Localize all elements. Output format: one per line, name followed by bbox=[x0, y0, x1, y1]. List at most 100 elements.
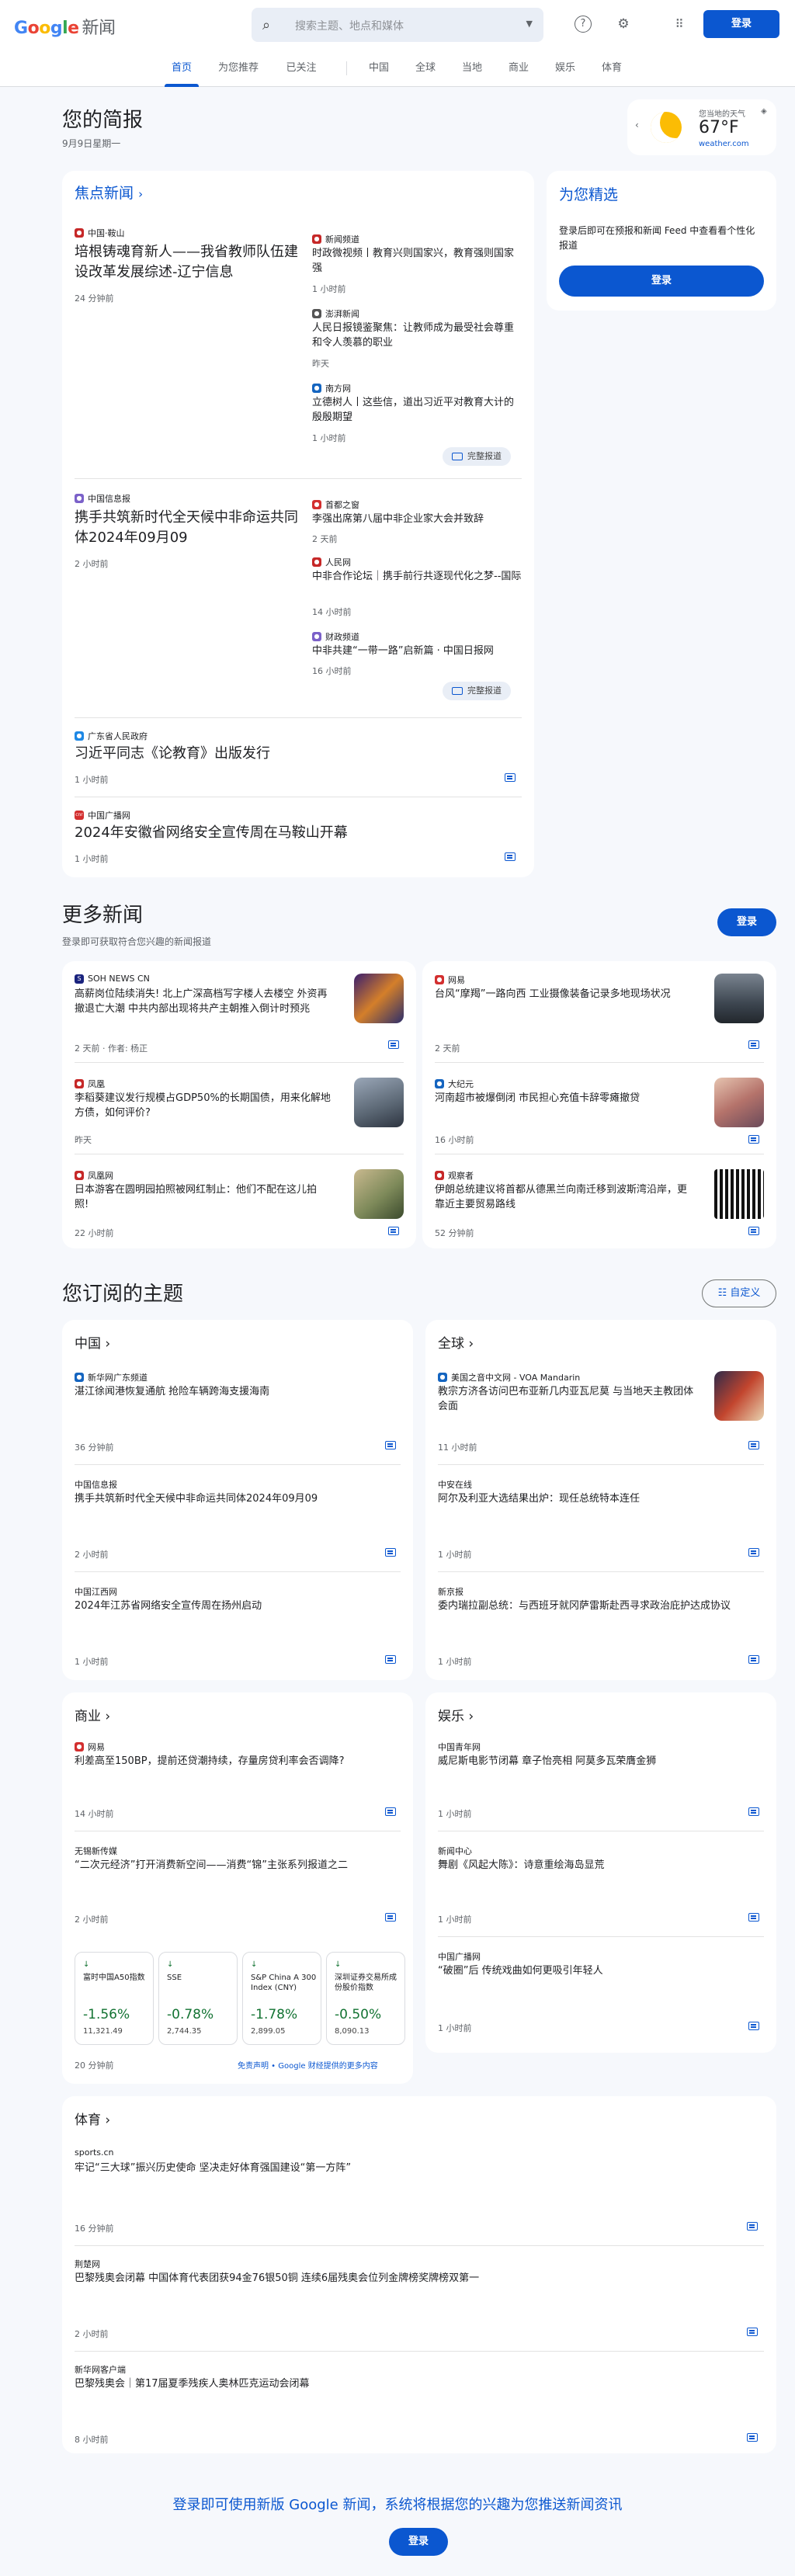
weather-source[interactable]: weather.com bbox=[699, 140, 749, 148]
tab-for-you[interactable]: 为您推荐 bbox=[211, 50, 266, 87]
headline[interactable]: 培根铸魂育新人——我省教师队伍建设改革发展综述-辽宁信息 bbox=[75, 242, 304, 283]
header-login-button[interactable]: 登录 bbox=[703, 10, 779, 38]
tab-business[interactable]: 商业 bbox=[503, 50, 534, 87]
customize-button[interactable]: ☷ 自定义 bbox=[702, 1279, 776, 1307]
topic-title-sports[interactable]: 体育 › bbox=[75, 2109, 110, 2128]
topic-title-business[interactable]: 商业 › bbox=[75, 1705, 110, 1724]
topic-title-world[interactable]: 全球 › bbox=[438, 1332, 474, 1352]
apps-grid-icon[interactable]: ⠿ bbox=[669, 14, 689, 34]
side-headline[interactable]: 人民日报镜鉴聚焦：让教师成为最受社会尊重和令人羡慕的职业 bbox=[312, 321, 522, 351]
headline[interactable]: 携手共筑新时代全天候中非命运共同体2024年09月09 bbox=[75, 1492, 401, 1507]
full-coverage-icon[interactable] bbox=[748, 1807, 759, 1816]
full-coverage-button[interactable]: 完整报道 bbox=[443, 447, 511, 466]
headline[interactable]: 委内瑞拉副总统：与西班牙就冈萨雷斯赴西寻求政治庇护达成协议 bbox=[438, 1599, 748, 1614]
headline[interactable]: 河南超市被爆倒闭 市民担心充值卡辞零瘫撤贷 bbox=[435, 1092, 691, 1106]
article-thumbnail[interactable] bbox=[714, 974, 764, 1023]
headline[interactable]: 2024年安徽省网络安全宣传周在马鞍山开幕 bbox=[75, 823, 509, 843]
top-stories-title[interactable]: 焦点新闻 › bbox=[75, 182, 143, 203]
footer-login-button[interactable]: 登录 bbox=[389, 2528, 448, 2556]
more-news-login-button[interactable]: 登录 bbox=[717, 908, 776, 936]
full-coverage-icon[interactable] bbox=[748, 1441, 759, 1449]
headline[interactable]: 利差高至150BP，提前还贷潮持续，存量房贷利率会否调降? bbox=[75, 1755, 385, 1769]
full-coverage-button[interactable]: 完整报道 bbox=[443, 682, 511, 700]
headline[interactable]: 高薪岗位陆续消失! 北上广深高档写字楼人去楼空 外资再撤退亡大潮 中共内部出现将… bbox=[75, 988, 331, 1017]
full-coverage-icon[interactable] bbox=[385, 1441, 396, 1449]
stock-tile[interactable]: ↓ 深圳证券交易所成份股价指数 -0.50% 8,090.13 bbox=[326, 1952, 405, 2045]
full-coverage-icon[interactable] bbox=[748, 2022, 759, 2030]
tab-china[interactable]: 中国 bbox=[363, 50, 394, 87]
headline[interactable]: 巴黎残奥会闭幕 中国体育代表团获94金76银50铜 连续6届残奥会位列金牌榜奖牌… bbox=[75, 2272, 742, 2286]
headline[interactable]: 舞剧《风起大陈》：诗意重绘海岛显荒 bbox=[438, 1859, 748, 1873]
headline[interactable]: 李稻葵建议发行规模占GDP50%的长期国债，用来化解地方债，如何评价? bbox=[75, 1092, 331, 1121]
full-coverage-icon[interactable] bbox=[385, 1913, 396, 1922]
full-coverage-icon[interactable] bbox=[385, 1807, 396, 1816]
qr-code-thumbnail[interactable] bbox=[714, 1169, 764, 1219]
tab-sports[interactable]: 体育 bbox=[596, 50, 627, 87]
picks-title[interactable]: 为您精选 bbox=[559, 183, 618, 204]
timestamp: 14 小时前 bbox=[75, 1809, 114, 1819]
stock-tile[interactable]: ↓ SSE -0.78% 2,744.35 bbox=[158, 1952, 238, 2045]
headline[interactable]: 阿尔及利亚大选结果出炉：现任总统特本连任 bbox=[438, 1492, 764, 1507]
headline[interactable]: 携手共筑新时代全天候中非命运共同体2024年09月09 bbox=[75, 508, 304, 548]
topic-title-china[interactable]: 中国 › bbox=[75, 1332, 110, 1352]
headline[interactable]: 2024年江苏省网络安全宣传周在扬州启动 bbox=[75, 1599, 401, 1614]
article-thumbnail[interactable] bbox=[354, 974, 404, 1023]
full-coverage-icon[interactable] bbox=[385, 1548, 396, 1557]
full-coverage-icon[interactable] bbox=[748, 1135, 759, 1144]
full-coverage-icon[interactable] bbox=[748, 1913, 759, 1922]
article-thumbnail[interactable] bbox=[354, 1169, 404, 1219]
headline[interactable]: 巴黎残奥会｜第17届夏季残疾人奥林匹克运动会闭幕 bbox=[75, 2377, 742, 2392]
tab-home[interactable]: 首页 bbox=[165, 50, 199, 87]
settings-icon[interactable]: ◈ bbox=[761, 107, 767, 116]
full-coverage-icon[interactable] bbox=[748, 1655, 759, 1664]
full-coverage-icon[interactable] bbox=[747, 2433, 758, 2442]
search-input[interactable]: 搜索主题、地点和媒体 bbox=[295, 18, 404, 33]
side-headline[interactable]: 中非合作论坛｜携手前行共逐现代化之梦--国际 bbox=[312, 570, 522, 585]
logo-news-label: 新闻 bbox=[82, 19, 116, 38]
article-thumbnail[interactable] bbox=[354, 1078, 404, 1127]
full-coverage-icon[interactable] bbox=[385, 1655, 396, 1664]
headline[interactable]: 威尼斯电影节闭幕 章子怡亮相 阿莫多瓦荣膺金狮 bbox=[438, 1755, 717, 1769]
headline[interactable]: “破圈”后 传统戏曲如何更吸引年轻人 bbox=[438, 1964, 748, 1979]
side-headline[interactable]: 立德树人丨这些信，道出习近平对教育大计的殷殷期望 bbox=[312, 396, 522, 425]
headline[interactable]: 教宗方济各访问巴布亚新几内亚瓦尼莫 与当地天主教团体会面 bbox=[438, 1385, 702, 1415]
chevron-left-icon[interactable]: ‹ bbox=[635, 120, 639, 130]
full-coverage-icon[interactable] bbox=[388, 1040, 399, 1049]
tab-world[interactable]: 全球 bbox=[410, 50, 441, 87]
side-headline[interactable]: 中非共建“一带一路”启新篇 · 中国日报网 bbox=[312, 644, 522, 659]
full-coverage-icon[interactable] bbox=[505, 773, 516, 782]
tab-following[interactable]: 已关注 bbox=[279, 50, 323, 87]
headline[interactable]: 牢记“三大球”振兴历史使命 坚决走好体育强国建设“第一方阵” bbox=[75, 2161, 742, 2176]
headline[interactable]: 伊朗总统建议将首都从德黑兰向南迁移到波斯湾沿岸，更靠近主要贸易路线 bbox=[435, 1183, 691, 1213]
headline[interactable]: 习近平同志《论教育》出版发行 bbox=[75, 744, 509, 764]
headline[interactable]: “二次元经济”打开消费新空间——消费“锦”主张系列报道之二 bbox=[75, 1859, 354, 1873]
full-coverage-icon[interactable] bbox=[748, 1040, 759, 1049]
article-thumbnail[interactable] bbox=[714, 1078, 764, 1127]
finance-disclaimer-link[interactable]: 免责声明 • Google 财经提供的更多内容 bbox=[238, 2059, 378, 2071]
full-coverage-icon[interactable] bbox=[505, 852, 516, 861]
stock-tile[interactable]: ↓ S&P China A 300 Index (CNY) -1.78% 2,8… bbox=[242, 1952, 321, 2045]
help-icon[interactable]: ? bbox=[575, 16, 592, 33]
full-coverage-icon[interactable] bbox=[748, 1227, 759, 1235]
side-headline[interactable]: 时政微视频丨教育兴则国家兴，教育强则国家强 bbox=[312, 247, 522, 276]
full-coverage-icon[interactable] bbox=[747, 2328, 758, 2336]
google-news-logo[interactable]: Google 新闻 bbox=[14, 14, 116, 39]
weather-widget[interactable]: ‹ 您当地的天气 67°F weather.com ◈ bbox=[627, 99, 776, 155]
picks-login-button[interactable]: 登录 bbox=[559, 266, 764, 297]
side-headline[interactable]: 李强出席第八届中非企业家大会并致辞 bbox=[312, 512, 522, 527]
tab-local[interactable]: 当地 bbox=[457, 50, 488, 87]
stock-tile[interactable]: ↓ 富时中国A50指数 -1.56% 11,321.49 bbox=[75, 1952, 154, 2045]
tab-entertainment[interactable]: 娱乐 bbox=[550, 50, 581, 87]
gear-icon[interactable]: ⚙ bbox=[613, 14, 634, 34]
full-coverage-icon[interactable] bbox=[748, 1548, 759, 1557]
full-coverage-icon[interactable] bbox=[388, 1227, 399, 1235]
search-box[interactable]: ⌕ 搜索主题、地点和媒体 ▼ bbox=[252, 8, 543, 42]
headline[interactable]: 湛江徐闻港恢复通航 抢险车辆跨海支援海南 bbox=[75, 1385, 401, 1400]
full-coverage-icon[interactable] bbox=[747, 2222, 758, 2231]
headline[interactable]: 台风“摩羯”一路向西 工业摄像装备记录多地现场状况 bbox=[435, 988, 691, 1002]
headline[interactable]: 日本游客在圆明园拍照被网红制止：他们不配在这儿拍照! bbox=[75, 1183, 331, 1213]
chevron-down-icon[interactable]: ▼ bbox=[526, 19, 533, 29]
topic-title-entertainment[interactable]: 娱乐 › bbox=[438, 1705, 474, 1724]
search-icon[interactable]: ⌕ bbox=[262, 17, 278, 33]
article-thumbnail[interactable] bbox=[714, 1371, 764, 1421]
